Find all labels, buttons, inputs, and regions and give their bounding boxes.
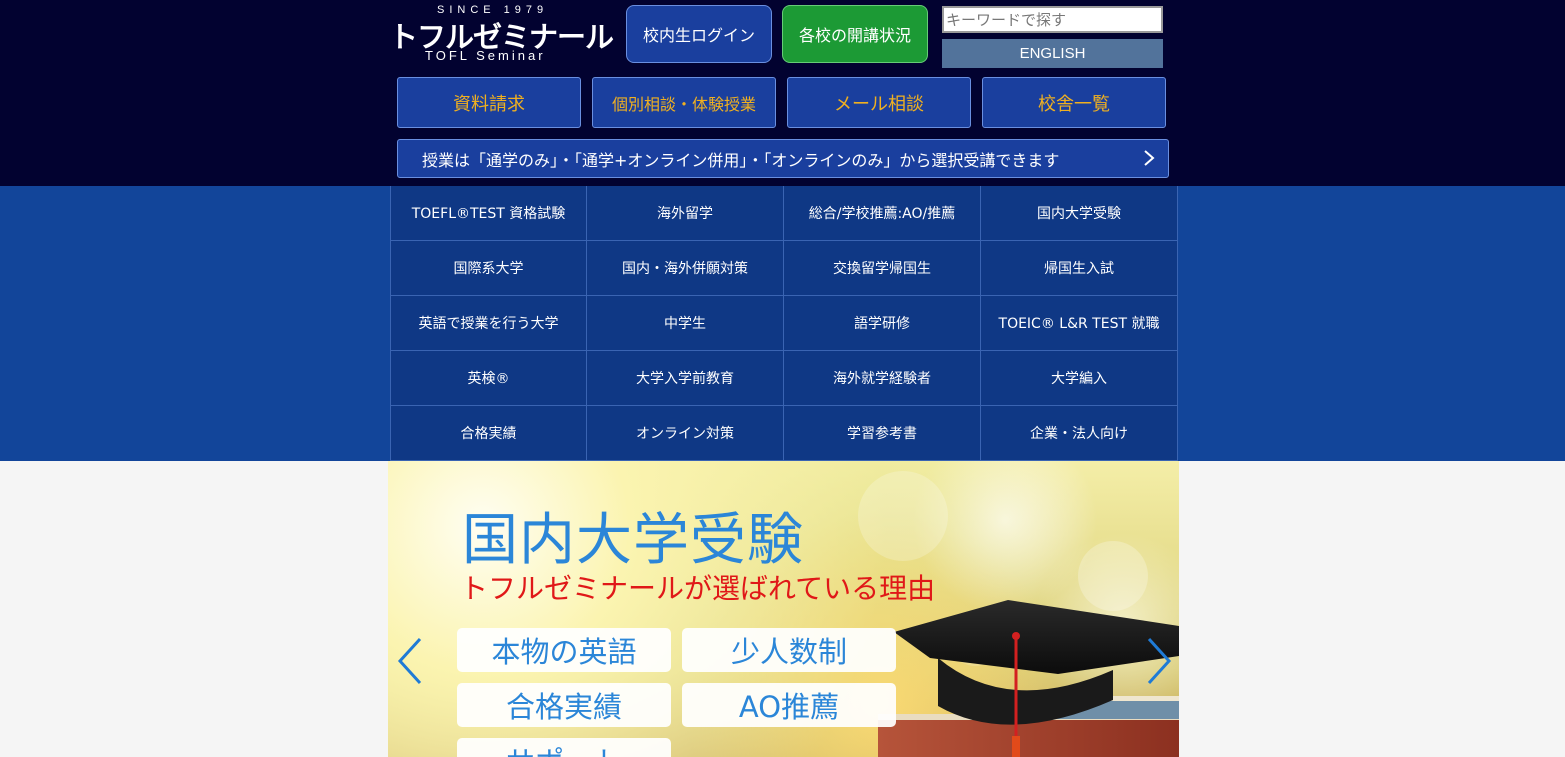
feature-tag: AO推薦 (682, 683, 896, 727)
consultation-trial-button[interactable]: 個別相談・体験授業 (592, 77, 776, 128)
nav-item-reference-books[interactable]: 学習参考書 (784, 406, 981, 461)
campus-list-button[interactable]: 校舎一覧 (982, 77, 1166, 128)
school-status-button[interactable]: 各校の開講状況 (782, 5, 928, 63)
category-nav-band: TOEFL®TEST 資格試験 海外留学 総合/学校推薦:AO/推薦 国内大学受… (0, 186, 1565, 461)
feature-tag: サポート (457, 738, 671, 757)
nav-item-study-abroad[interactable]: 海外留学 (587, 186, 784, 241)
nav-item-returnee-exam[interactable]: 帰国生入試 (981, 241, 1178, 296)
site-header: SINCE 1979 トフルゼミナール TOFL Seminar 校内生ログイン… (0, 0, 1565, 186)
notice-text: 授業は「通学のみ」・「通学+オンライン併用」・「オンラインのみ」から選択受講でき… (422, 150, 1060, 170)
category-nav-grid: TOEFL®TEST 資格試験 海外留学 総合/学校推薦:AO/推薦 国内大学受… (390, 186, 1178, 461)
feature-tag: 合格実績 (457, 683, 671, 727)
keyword-search-input[interactable] (942, 6, 1163, 33)
graduation-cap-books-image (878, 600, 1179, 757)
nav-item-domestic-university-exam[interactable]: 国内大学受験 (981, 186, 1178, 241)
nav-item-language-training[interactable]: 語学研修 (784, 296, 981, 351)
nav-item-pre-entrance-education[interactable]: 大学入学前教育 (587, 351, 784, 406)
nav-item-domestic-overseas-combined[interactable]: 国内・海外併願対策 (587, 241, 784, 296)
nav-item-toeic-job[interactable]: TOEIC® L&R TEST 就職 (981, 296, 1178, 351)
chevron-right-icon (1144, 150, 1155, 166)
feature-tag: 少人数制 (682, 628, 896, 672)
nav-item-online[interactable]: オンライン対策 (587, 406, 784, 461)
nav-item-eiken[interactable]: 英検® (390, 351, 587, 406)
email-consultation-button[interactable]: メール相談 (787, 77, 971, 128)
hero-carousel[interactable]: 国内大学受験 トフルゼミナールが選ばれている理由 本物の英語 少人数制 合格実績… (388, 461, 1179, 757)
site-logo[interactable]: SINCE 1979 トフルゼミナール TOFL Seminar (389, 4, 614, 66)
nav-item-exchange-returnee[interactable]: 交換留学帰国生 (784, 241, 981, 296)
nav-item-university-transfer[interactable]: 大学編入 (981, 351, 1178, 406)
nav-item-overseas-experience[interactable]: 海外就学経験者 (784, 351, 981, 406)
bokeh-decoration (858, 471, 948, 561)
banner-subtitle: トフルゼミナールが選ばれている理由 (460, 572, 936, 605)
nav-item-pass-results[interactable]: 合格実績 (390, 406, 587, 461)
nav-item-junior-high[interactable]: 中学生 (587, 296, 784, 351)
nav-item-international-university[interactable]: 国際系大学 (390, 241, 587, 296)
student-login-button[interactable]: 校内生ログイン (626, 5, 772, 63)
feature-tag: 本物の英語 (457, 628, 671, 672)
banner-title: 国内大学受験 (462, 508, 804, 573)
nav-item-toefl[interactable]: TOEFL®TEST 資格試験 (390, 186, 587, 241)
chevron-right-icon[interactable] (1143, 636, 1173, 686)
chevron-left-icon[interactable] (396, 636, 426, 686)
class-format-notice-link[interactable]: 授業は「通学のみ」・「通学+オンライン併用」・「オンラインのみ」から選択受講でき… (397, 139, 1169, 178)
logo-english: TOFL Seminar (425, 48, 546, 63)
english-button[interactable]: ENGLISH (942, 39, 1163, 68)
request-materials-button[interactable]: 資料請求 (397, 77, 581, 128)
nav-item-english-taught-university[interactable]: 英語で授業を行う大学 (390, 296, 587, 351)
nav-item-corporate[interactable]: 企業・法人向け (981, 406, 1178, 461)
nav-item-ao-recommendation[interactable]: 総合/学校推薦:AO/推薦 (784, 186, 981, 241)
